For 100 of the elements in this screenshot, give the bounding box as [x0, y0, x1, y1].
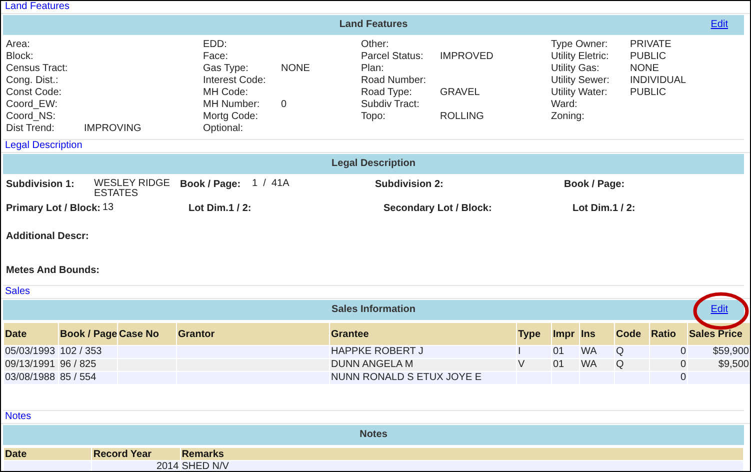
- field-value: IMPROVED: [440, 51, 494, 63]
- column-header: Remarks: [180, 448, 743, 460]
- column-header: Date: [4, 323, 58, 345]
- table-cell: [118, 346, 176, 358]
- column-header: Date: [4, 448, 92, 460]
- field-label: Utility Gas:: [551, 63, 600, 75]
- field-label: Road Number:: [361, 75, 428, 87]
- column-header: Case No: [118, 323, 176, 345]
- table-cell: NUNN RONALD S ETUX JOYE E: [330, 372, 516, 384]
- table-cell: I: [517, 346, 551, 358]
- table-cell: 0: [650, 359, 687, 371]
- section-link[interactable]: Sales: [5, 286, 30, 298]
- field-label: Const Code:: [6, 87, 63, 99]
- field-label: Lot Dim.1 / 2:: [188, 203, 252, 215]
- table-cell: SHED N/V: [180, 461, 743, 471]
- section-link[interactable]: Legal Description: [5, 140, 82, 152]
- field-value: 0: [281, 99, 287, 111]
- table-cell: 96 / 825: [59, 359, 117, 371]
- field-label: MH Number:: [203, 99, 261, 111]
- table-cell: Q: [615, 346, 649, 358]
- field-value: PUBLIC: [630, 87, 666, 99]
- table-cell: 2014: [92, 461, 180, 471]
- column-header: Book / Page: [59, 323, 117, 345]
- table-cell: 0: [650, 372, 687, 384]
- field-label: EDD:: [203, 39, 228, 51]
- column-header: Record Year: [92, 448, 180, 460]
- field-label: Interest Code:: [203, 75, 267, 87]
- field-label: Zoning:: [551, 111, 586, 123]
- column-header: Impr: [552, 323, 579, 345]
- column-header: Grantor: [177, 323, 329, 345]
- section-title: Notes: [360, 429, 388, 441]
- table-cell: Q: [615, 359, 649, 371]
- field-label: Road Type:: [361, 87, 413, 99]
- section-title: Sales Information: [332, 304, 416, 316]
- field-value: 1 / 41A: [252, 179, 290, 189]
- field-label: Subdivision 1:: [6, 179, 76, 191]
- table-cell: 05/03/1993: [4, 346, 58, 358]
- section-link[interactable]: Notes: [5, 411, 32, 423]
- field-value: WESLEY RIDGE ESTATES: [94, 179, 171, 199]
- table-cell: 0: [650, 346, 687, 358]
- field-label: Area:: [6, 39, 31, 51]
- field-label: Gas Type:: [203, 63, 250, 75]
- column-header: Ins: [580, 323, 614, 345]
- table-cell: HAPPKE ROBERT J: [330, 346, 516, 358]
- edit-link[interactable]: Edit: [710, 19, 728, 31]
- section-link[interactable]: Land Features: [5, 1, 70, 13]
- field-label: Primary Lot / Block:: [6, 203, 102, 215]
- table-cell: V: [517, 359, 551, 371]
- column-header: Code: [615, 323, 649, 345]
- field-value: INDIVIDUAL: [630, 75, 686, 87]
- field-value: 13: [102, 203, 115, 213]
- table-cell: $59,900: [688, 346, 750, 358]
- field-value: PUBLIC: [630, 51, 666, 63]
- field-value: NONE: [630, 63, 659, 75]
- field-label: Other:: [361, 39, 390, 51]
- field-label: Ward:: [551, 99, 578, 111]
- field-label: Type Owner:: [551, 39, 609, 51]
- field-label: Additional Descr:: [6, 231, 90, 243]
- field-label: Secondary Lot / Block:: [383, 203, 493, 215]
- edit-link[interactable]: Edit: [710, 304, 728, 316]
- field-value: GRAVEL: [440, 87, 480, 99]
- table-cell: 102 / 353: [59, 346, 117, 358]
- field-label: Coord_NS:: [6, 111, 56, 123]
- table-cell: 03/08/1988: [4, 372, 58, 384]
- table-cell: 01: [552, 359, 579, 371]
- field-label: Census Tract:: [6, 63, 69, 75]
- table-cell: 85 / 554: [59, 372, 117, 384]
- field-value: ROLLING: [440, 111, 484, 123]
- field-value: NONE: [281, 63, 310, 75]
- table-cell: DUNN ANGELA M: [330, 359, 516, 371]
- field-label: Optional:: [203, 123, 244, 135]
- field-value: PRIVATE: [630, 39, 672, 51]
- table-cell: $9,500: [688, 359, 750, 371]
- field-label: Mortg Code:: [203, 111, 260, 123]
- table-cell: 01: [552, 346, 579, 358]
- field-label: Topo:: [361, 111, 386, 123]
- field-label: Face:: [203, 51, 230, 63]
- field-label: Coord_EW:: [6, 99, 59, 111]
- field-label: Metes And Bounds:: [6, 265, 101, 277]
- column-header: Sales Price: [688, 323, 750, 345]
- field-label: Cong. Dist.:: [6, 75, 60, 87]
- column-header: Grantee: [330, 323, 516, 345]
- column-header: Type: [517, 323, 551, 345]
- field-label: Plan:: [361, 63, 385, 75]
- field-label: Utility Sewer:: [551, 75, 610, 87]
- column-header: Ratio: [650, 323, 687, 345]
- field-label: Utility Eletric:: [551, 51, 610, 63]
- table-cell: 09/13/1991: [4, 359, 58, 371]
- table-cell: WA: [580, 359, 614, 371]
- field-label: Lot Dim.1 / 2:: [572, 203, 636, 215]
- field-label: MH Code:: [203, 87, 250, 99]
- field-label: Subdiv Tract:: [361, 99, 420, 111]
- table-cell: [688, 372, 750, 384]
- section-title: Land Features: [339, 19, 408, 31]
- field-label: Parcel Status:: [361, 51, 424, 63]
- field-label: Block:: [6, 51, 34, 63]
- section-title: Legal Description: [332, 158, 416, 170]
- field-label: Subdivision 2:: [375, 179, 444, 191]
- field-label: Book / Page:: [564, 179, 626, 191]
- table-cell: WA: [580, 346, 614, 358]
